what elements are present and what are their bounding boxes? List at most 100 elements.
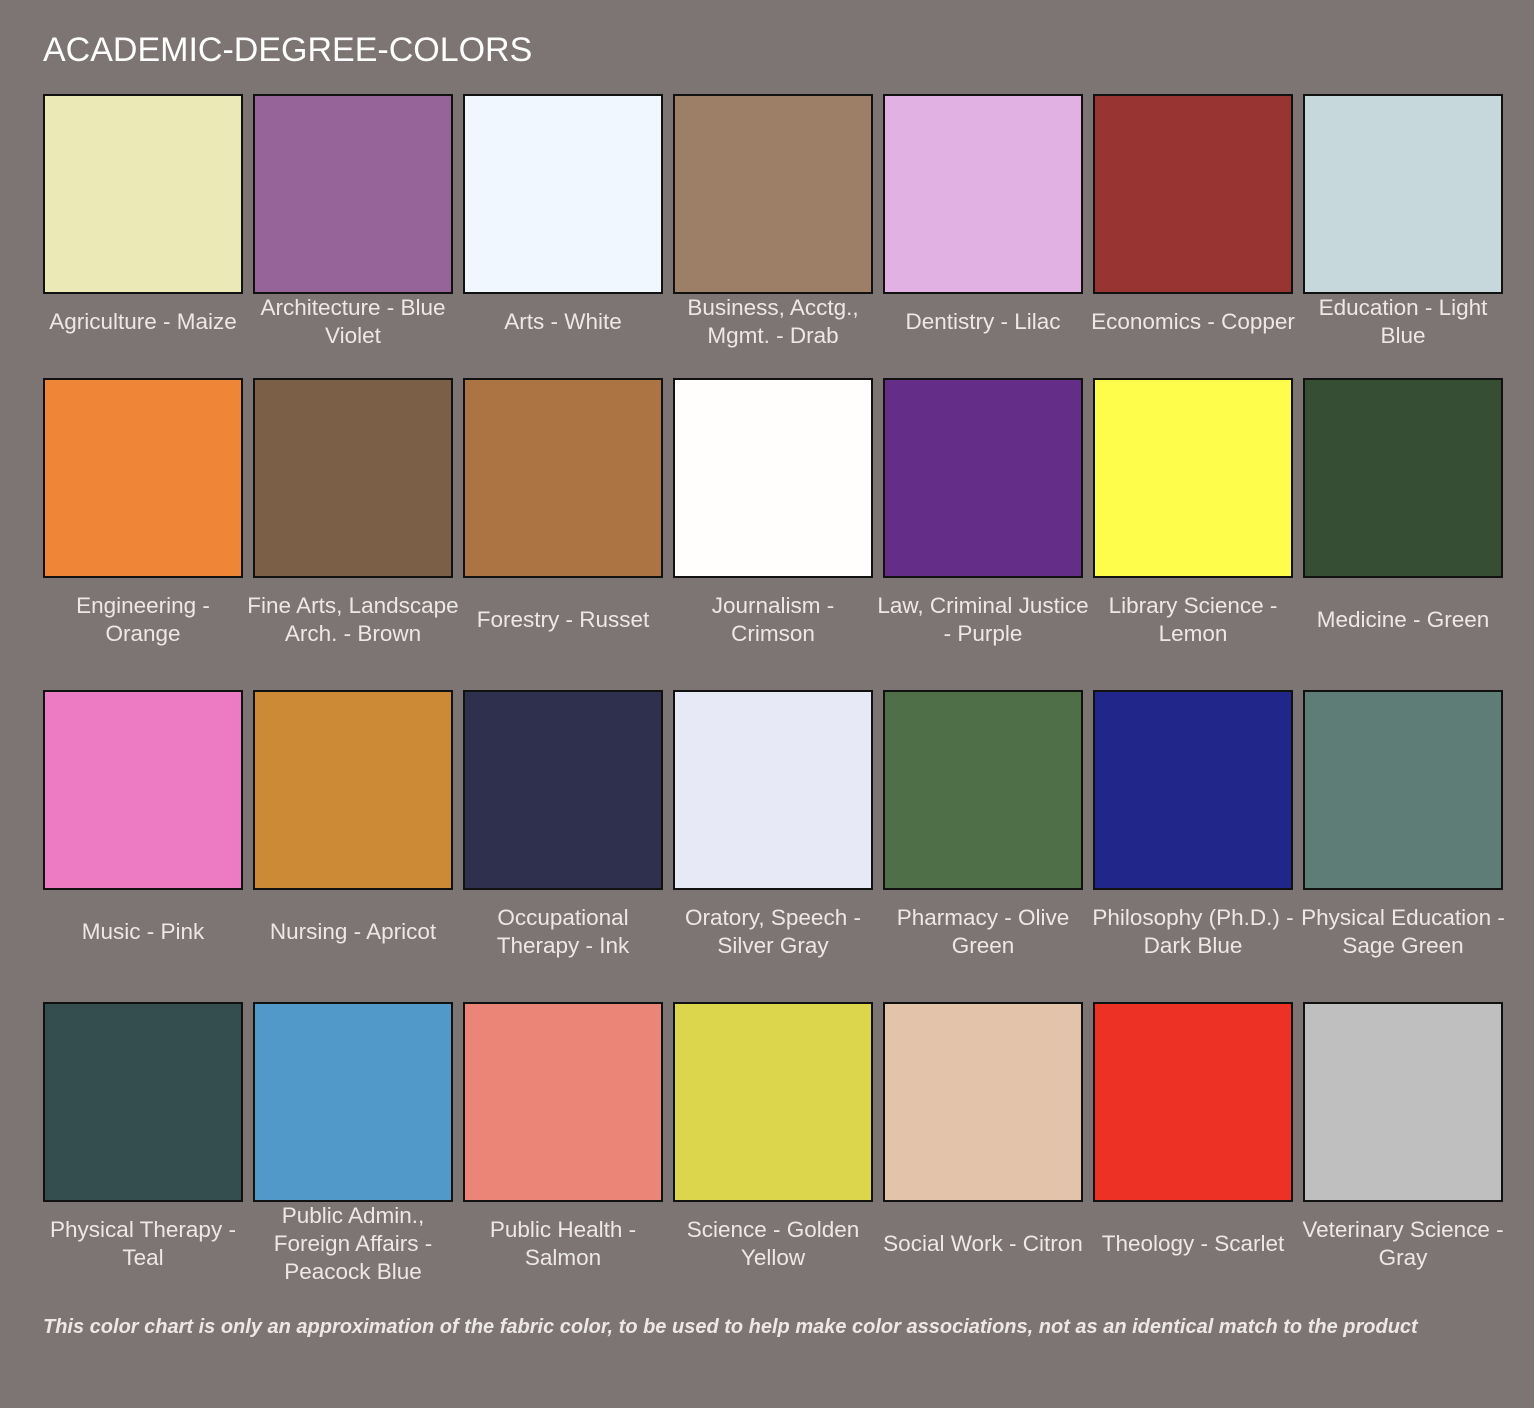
color-swatch (43, 690, 243, 890)
label-wrap: Fine Arts, Landscape Arch. - Brown (247, 578, 459, 662)
color-swatch (1303, 690, 1503, 890)
color-label: Philosophy (Ph.D.) - Dark Blue (1092, 905, 1294, 958)
color-card: Science - Golden Yellow (673, 1002, 873, 1270)
label-wrap: Nursing - Apricot (247, 890, 459, 974)
color-card: Occupational Therapy - Ink (463, 690, 663, 958)
label-wrap: Physical Education - Sage Green (1297, 890, 1509, 974)
color-swatch (253, 94, 453, 294)
color-swatch (463, 378, 663, 578)
color-card: Oratory, Speech - Silver Gray (673, 690, 873, 958)
color-swatch (1093, 94, 1293, 294)
color-label: Veterinary Science - Gray (1302, 1217, 1504, 1270)
color-label: Arts - White (504, 309, 622, 334)
color-card: Education - Light Blue (1303, 94, 1503, 348)
color-swatch (1093, 690, 1293, 890)
color-swatch (1093, 378, 1293, 578)
color-card: Forestry - Russet (463, 378, 663, 632)
color-label: Journalism - Crimson (711, 593, 835, 646)
label-wrap: Agriculture - Maize (37, 294, 249, 350)
color-swatch (463, 94, 663, 294)
color-card: Physical Education - Sage Green (1301, 690, 1505, 958)
color-label: Dentistry - Lilac (905, 309, 1061, 334)
color-swatch (673, 1002, 873, 1202)
color-card: Music - Pink (43, 690, 243, 944)
color-swatch (673, 94, 873, 294)
color-label: Business, Acctg., Mgmt. - Drab (687, 295, 859, 348)
color-card: Fine Arts, Landscape Arch. - Brown (247, 378, 459, 646)
color-swatch (43, 94, 243, 294)
label-wrap: Pharmacy - Olive Green (877, 890, 1089, 974)
label-wrap: Physical Therapy - Teal (37, 1202, 249, 1286)
color-card: Engineering - Orange (43, 378, 243, 646)
color-card: Law, Criminal Justice - Purple (877, 378, 1089, 646)
label-wrap: Music - Pink (37, 890, 249, 974)
color-label: Physical Education - Sage Green (1301, 905, 1505, 958)
color-swatch (253, 1002, 453, 1202)
color-card: Veterinary Science - Gray (1302, 1002, 1504, 1270)
color-card: Public Health - Salmon (463, 1002, 663, 1270)
color-label: Occupational Therapy - Ink (496, 905, 630, 958)
label-wrap: Occupational Therapy - Ink (457, 890, 669, 974)
color-card: Journalism - Crimson (673, 378, 873, 646)
label-wrap: Veterinary Science - Gray (1297, 1202, 1509, 1286)
color-card: Architecture - Blue Violet (253, 94, 453, 348)
color-label: Fine Arts, Landscape Arch. - Brown (247, 593, 459, 646)
color-swatch (463, 690, 663, 890)
color-label: Theology - Scarlet (1101, 1231, 1285, 1256)
label-wrap: Theology - Scarlet (1087, 1202, 1299, 1286)
label-wrap: Science - Golden Yellow (667, 1202, 879, 1286)
color-swatch (1303, 378, 1503, 578)
label-wrap: Arts - White (457, 294, 669, 350)
label-wrap: Law, Criminal Justice - Purple (877, 578, 1089, 662)
color-swatch (1303, 94, 1503, 294)
color-label: Medicine - Green (1316, 607, 1490, 632)
label-wrap: Business, Acctg., Mgmt. - Drab (667, 294, 879, 350)
label-wrap: Medicine - Green (1297, 578, 1509, 662)
color-label: Law, Criminal Justice - Purple (877, 593, 1089, 646)
label-wrap: Architecture - Blue Violet (247, 294, 459, 350)
color-card: Physical Therapy - Teal (43, 1002, 243, 1270)
color-label: Agriculture - Maize (49, 309, 237, 334)
color-label: Economics - Copper (1091, 309, 1295, 334)
color-swatch (253, 378, 453, 578)
color-swatch (43, 1002, 243, 1202)
color-swatch (253, 690, 453, 890)
color-label: Public Health - Salmon (489, 1217, 637, 1270)
color-card: Theology - Scarlet (1093, 1002, 1293, 1256)
color-swatch (883, 94, 1083, 294)
color-swatch (673, 378, 873, 578)
color-card: Business, Acctg., Mgmt. - Drab (673, 94, 873, 348)
color-card: Arts - White (463, 94, 663, 334)
color-card: Medicine - Green (1303, 378, 1503, 632)
color-card: Library Science - Lemon (1093, 378, 1293, 646)
color-card: Agriculture - Maize (43, 94, 243, 334)
label-wrap: Education - Light Blue (1297, 294, 1509, 350)
color-swatch (883, 1002, 1083, 1202)
color-label: Physical Therapy - Teal (50, 1217, 236, 1270)
label-wrap: Social Work - Citron (877, 1202, 1089, 1286)
color-label: Pharmacy - Olive Green (896, 905, 1070, 958)
label-wrap: Public Admin., Foreign Affairs - Peacock… (247, 1202, 459, 1286)
page-title: ACADEMIC-DEGREE-COLORS (43, 31, 533, 69)
color-label: Music - Pink (81, 919, 205, 944)
color-label: Social Work - Citron (883, 1231, 1083, 1256)
disclaimer-note: This color chart is only an approximatio… (43, 1316, 1418, 1338)
color-swatch (1303, 1002, 1503, 1202)
color-card: Nursing - Apricot (253, 690, 453, 944)
color-card: Social Work - Citron (883, 1002, 1083, 1256)
color-card: Dentistry - Lilac (883, 94, 1083, 334)
color-swatch (463, 1002, 663, 1202)
color-swatch (1093, 1002, 1293, 1202)
color-swatch (883, 690, 1083, 890)
color-label: Education - Light Blue (1318, 295, 1488, 348)
color-label: Library Science - Lemon (1108, 593, 1278, 646)
label-wrap: Journalism - Crimson (667, 578, 879, 662)
label-wrap: Engineering - Orange (37, 578, 249, 662)
color-swatch (673, 690, 873, 890)
label-wrap: Public Health - Salmon (457, 1202, 669, 1286)
color-card: Philosophy (Ph.D.) - Dark Blue (1092, 690, 1294, 958)
color-label: Public Admin., Foreign Affairs - Peacock… (273, 1203, 433, 1284)
label-wrap: Forestry - Russet (457, 578, 669, 662)
color-label: Science - Golden Yellow (686, 1217, 860, 1270)
color-label: Oratory, Speech - Silver Gray (685, 905, 861, 958)
